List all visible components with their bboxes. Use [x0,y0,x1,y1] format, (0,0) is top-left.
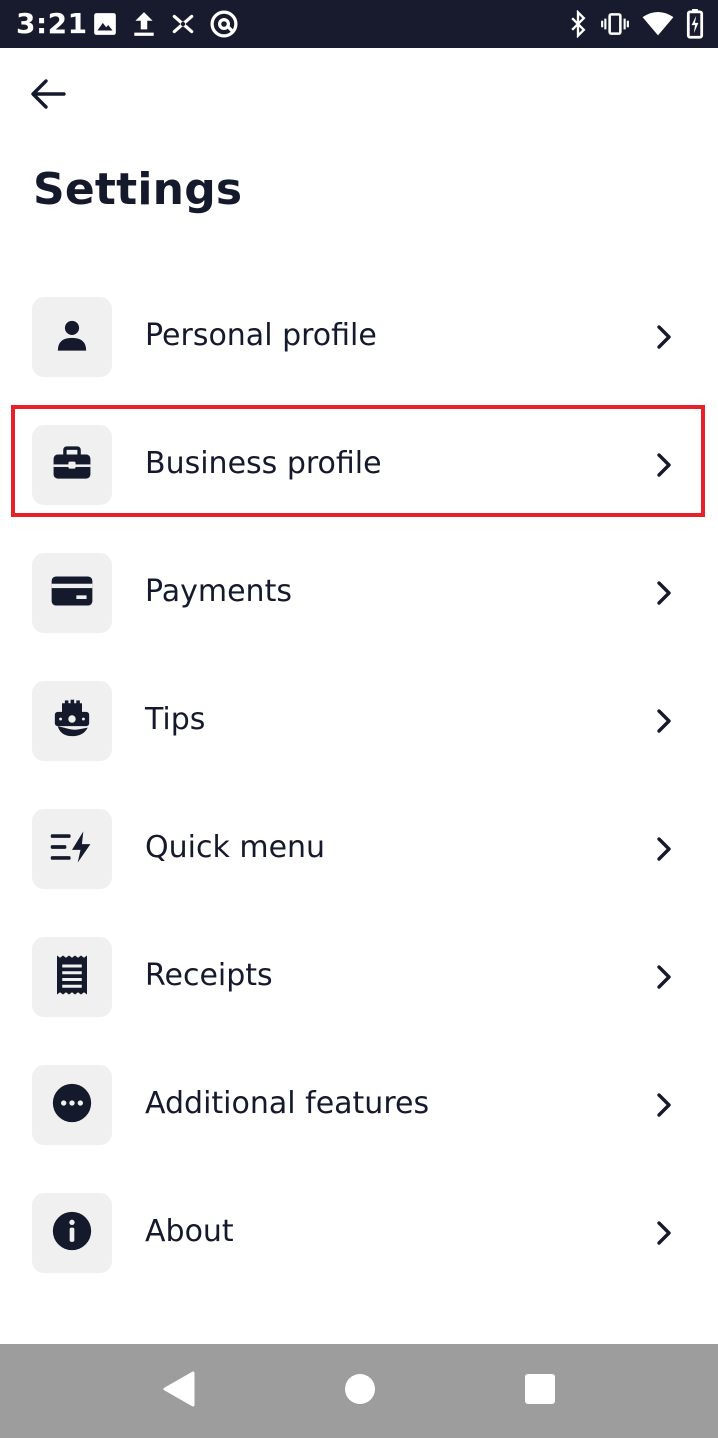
bluetooth-icon [568,10,588,38]
menu-item-quick-menu[interactable]: Quick menu [0,808,718,900]
menu-item-payments[interactable]: Payments [0,552,718,644]
quick-menu-bolt-icon [48,830,96,868]
wifi-icon [642,11,674,37]
menu-item-tips[interactable]: Tips [0,680,718,772]
menu-item-label: Personal profile [145,318,377,353]
icon-tile [32,681,112,761]
menu-item-about[interactable]: About [0,1192,718,1284]
nav-back-icon [162,1371,196,1411]
menu-item-label: Business profile [145,446,382,481]
nav-recents-button[interactable] [515,1366,565,1416]
status-system-icons [568,9,704,39]
icon-tile [32,425,112,505]
briefcase-icon [52,446,92,484]
menu-item-label: About [145,1214,234,1249]
upload-icon [131,10,157,38]
tip-hand-icon [52,699,92,743]
chevron-right-icon [650,1218,678,1248]
icon-tile [32,937,112,1017]
system-nav-bar [0,1344,718,1438]
menu-item-receipts[interactable]: Receipts [0,936,718,1028]
battery-charging-icon [686,9,704,39]
chevron-right-icon [650,1090,678,1120]
menu-item-personal-profile[interactable]: Personal profile [0,296,718,388]
arrow-left-icon [30,78,66,114]
nav-back-button[interactable] [154,1366,204,1416]
menu-item-business-profile[interactable]: Business profile [0,424,718,516]
chevron-right-icon [650,450,678,480]
scissors-icon [170,11,196,37]
icon-tile [32,1065,112,1145]
person-icon [55,318,89,356]
page-title: Settings [33,164,243,215]
chevron-right-icon [650,578,678,608]
nav-home-button[interactable] [335,1366,385,1416]
image-icon [92,11,118,37]
more-dots-icon [52,1083,92,1127]
chevron-right-icon [650,962,678,992]
icon-tile [32,553,112,633]
nav-recents-icon [524,1373,556,1409]
menu-item-label: Tips [145,702,206,737]
back-button[interactable] [24,72,72,120]
vibrate-icon [600,11,630,37]
status-bar: 3:21 [0,0,718,48]
menu-item-additional-features[interactable]: Additional features [0,1064,718,1156]
status-notification-icons [92,9,239,39]
icon-tile [32,297,112,377]
chevron-right-icon [650,834,678,864]
status-time: 3:21 [16,7,88,40]
info-icon [52,1211,92,1255]
chevron-right-icon [650,322,678,352]
menu-item-label: Payments [145,574,292,609]
menu-item-label: Additional features [145,1086,430,1121]
receipt-icon [54,954,90,1000]
icon-tile [32,1193,112,1273]
menu-item-label: Quick menu [145,830,326,865]
nav-home-icon [344,1373,376,1409]
icon-tile [32,809,112,889]
at-sign-icon [209,9,239,39]
credit-card-icon [50,575,94,611]
menu-item-label: Receipts [145,958,273,993]
chevron-right-icon [650,706,678,736]
